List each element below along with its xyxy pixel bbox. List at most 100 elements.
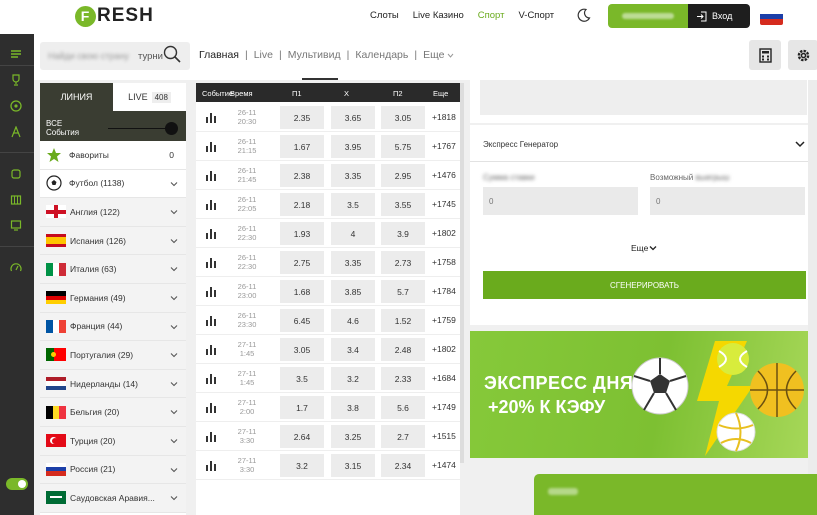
odd-p2[interactable]: 2.48 (381, 338, 425, 361)
chevron-down-icon[interactable] (795, 139, 805, 149)
odd-x[interactable]: 3.4 (331, 338, 375, 361)
statistics-icon[interactable] (204, 371, 218, 385)
top-nav-slots[interactable]: Слоты (370, 10, 399, 21)
statistics-icon[interactable] (204, 400, 218, 414)
odd-p1[interactable]: 2.64 (280, 425, 324, 448)
sport-football-item[interactable]: Футбол (1138) (40, 169, 186, 199)
nav-calendar[interactable]: Календарь (355, 49, 408, 61)
fresh-logo[interactable]: F RESH (75, 5, 154, 27)
events-scrollbar[interactable] (460, 83, 464, 463)
more-markets-link[interactable]: +1802 (432, 344, 456, 354)
payout-input[interactable]: 0 (650, 187, 805, 215)
odd-p1[interactable]: 3.5 (280, 367, 324, 390)
country-item-germany[interactable]: Германия (49) (40, 283, 186, 313)
more-markets-link[interactable]: +1759 (432, 315, 456, 325)
odd-p1[interactable]: 2.18 (280, 193, 324, 216)
odd-p2[interactable]: 2.34 (381, 454, 425, 477)
stake-input[interactable]: 0 (483, 187, 638, 215)
odd-x[interactable]: 3.5 (331, 193, 375, 216)
nav-multiview[interactable]: Мультивид (288, 49, 341, 61)
express-of-the-day-banner[interactable]: ЭКСПРЕСС ДНЯ +20% К КЭФУ (470, 331, 814, 458)
more-markets-link[interactable]: +1474 (432, 460, 456, 470)
event-row[interactable]: 26-11 23:00 1.68 3.85 5.7 +1784 (196, 277, 460, 306)
country-item-france[interactable]: Франция (44) (40, 312, 186, 342)
odd-p2[interactable]: 2.7 (381, 425, 425, 448)
more-markets-link[interactable]: +1745 (432, 199, 456, 209)
statistics-icon[interactable] (204, 168, 218, 182)
odd-x[interactable]: 3.15 (331, 454, 375, 477)
odd-p2[interactable]: 3.05 (381, 106, 425, 129)
event-row[interactable]: 26-11 22:30 1.93 4 3.9 +1802 (196, 219, 460, 248)
country-item-saudi-arabia[interactable]: Саудовская Аравия... (40, 484, 186, 513)
menu-icon[interactable] (10, 48, 22, 60)
football-icon[interactable] (10, 100, 22, 112)
odd-p2[interactable]: 1.52 (381, 309, 425, 332)
statistics-icon[interactable] (204, 197, 218, 211)
odd-p2[interactable]: 5.6 (381, 396, 425, 419)
statistics-icon[interactable] (204, 458, 218, 472)
odd-x[interactable]: 3.25 (331, 425, 375, 448)
event-row[interactable]: 27-11 3:30 3.2 3.15 2.34 +1474 (196, 451, 460, 480)
tab-live[interactable]: LIVE 408 (113, 83, 186, 111)
statistics-icon[interactable] (204, 342, 218, 356)
more-markets-link[interactable]: +1515 (432, 431, 456, 441)
event-row[interactable]: 27-11 3:30 2.64 3.25 2.7 +1515 (196, 422, 460, 451)
odd-p2[interactable]: 3.9 (381, 222, 425, 245)
express-generator-title[interactable]: Экспресс Генератор (483, 140, 558, 149)
event-row[interactable]: 26-11 20:30 2.35 3.65 3.05 +1818 (196, 103, 460, 132)
odd-p2[interactable]: 5.7 (381, 280, 425, 303)
more-options-button[interactable]: Еще (631, 243, 657, 253)
speedometer-icon[interactable] (10, 262, 22, 274)
odd-x[interactable]: 4.6 (331, 309, 375, 332)
more-markets-link[interactable]: +1749 (432, 402, 456, 412)
time-filter-handle[interactable] (165, 122, 178, 135)
event-row[interactable]: 27-11 1:45 3.05 3.4 2.48 +1802 (196, 335, 460, 364)
tab-line[interactable]: ЛИНИЯ (40, 83, 113, 111)
event-row[interactable]: 26-11 22:30 2.75 3.35 2.73 +1758 (196, 248, 460, 277)
country-item-russia[interactable]: Россия (21) (40, 455, 186, 485)
statistics-icon[interactable] (204, 139, 218, 153)
event-row[interactable]: 27-11 1:45 3.5 3.2 2.33 +1684 (196, 364, 460, 393)
event-row[interactable]: 27-11 2:00 1.7 3.8 5.6 +1749 (196, 393, 460, 422)
event-row[interactable]: 26-11 21:45 2.38 3.35 2.95 +1476 (196, 161, 460, 190)
country-item-england[interactable]: Англия (122) (40, 198, 186, 227)
statistics-icon[interactable] (204, 255, 218, 269)
more-markets-link[interactable]: +1802 (432, 228, 456, 238)
odd-x[interactable]: 3.35 (331, 164, 375, 187)
odd-p1[interactable]: 6.45 (280, 309, 324, 332)
statistics-icon[interactable] (204, 284, 218, 298)
country-item-netherlands[interactable]: Нидерланды (14) (40, 369, 186, 399)
odd-x[interactable]: 3.85 (331, 280, 375, 303)
odd-p1[interactable]: 2.35 (280, 106, 324, 129)
more-markets-link[interactable]: +1758 (432, 257, 456, 267)
promo-widget[interactable] (534, 474, 817, 515)
calculator-button[interactable] (749, 40, 781, 70)
odd-x[interactable]: 4 (331, 222, 375, 245)
moon-icon[interactable] (577, 8, 591, 22)
country-item-spain[interactable]: Испания (126) (40, 226, 186, 256)
odd-p2[interactable]: 2.33 (381, 367, 425, 390)
more-markets-link[interactable]: +1476 (432, 170, 456, 180)
statistics-icon[interactable] (204, 313, 218, 327)
event-row[interactable]: 26-11 23:30 6.45 4.6 1.52 +1759 (196, 306, 460, 335)
country-item-portugal[interactable]: Португалия (29) (40, 341, 186, 370)
odd-p2[interactable]: 3.55 (381, 193, 425, 216)
odd-p1[interactable]: 1.67 (280, 135, 324, 158)
settings-button[interactable] (788, 40, 817, 70)
event-row[interactable]: 26-11 22:05 2.18 3.5 3.55 +1745 (196, 190, 460, 219)
live-icon[interactable] (10, 126, 22, 138)
login-button[interactable]: Вход (688, 4, 750, 28)
odd-p1[interactable]: 3.2 (280, 454, 324, 477)
odd-x[interactable]: 3.2 (331, 367, 375, 390)
trophy-icon[interactable] (10, 74, 22, 86)
odd-p1[interactable]: 1.7 (280, 396, 324, 419)
casino-icon[interactable] (10, 168, 22, 180)
odd-p2[interactable]: 2.95 (381, 164, 425, 187)
odd-p1[interactable]: 1.93 (280, 222, 324, 245)
odd-x[interactable]: 3.35 (331, 251, 375, 274)
more-markets-link[interactable]: +1767 (432, 141, 456, 151)
odd-p2[interactable]: 5.75 (381, 135, 425, 158)
odd-p1[interactable]: 2.75 (280, 251, 324, 274)
nav-more[interactable]: Еще (423, 49, 444, 61)
search-icon[interactable] (163, 45, 181, 63)
